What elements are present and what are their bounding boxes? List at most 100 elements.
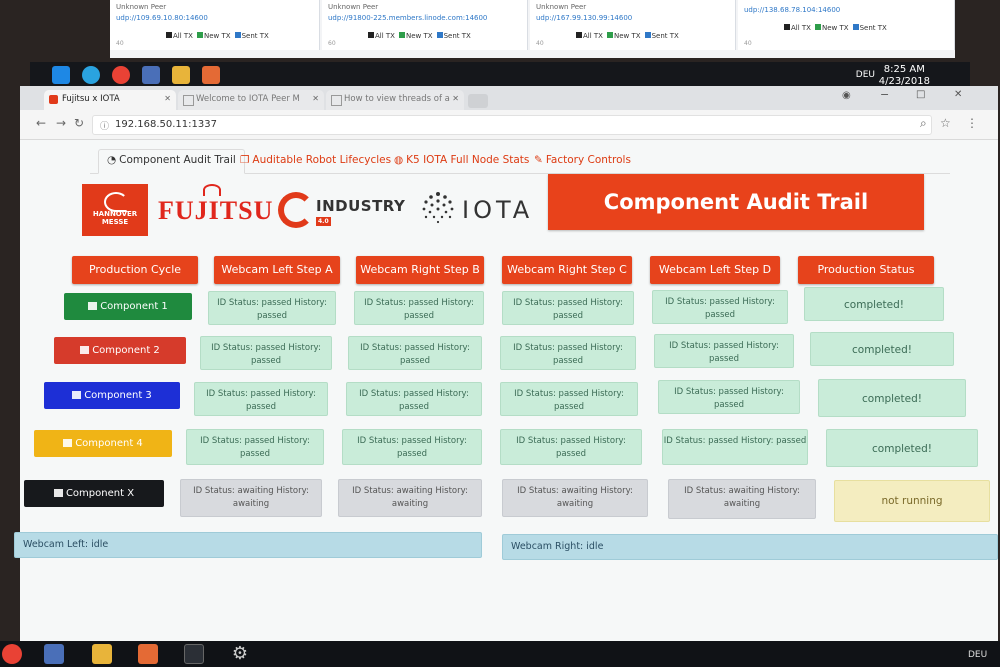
network-app-icon[interactable] bbox=[142, 66, 160, 84]
production-status-cell: completed! bbox=[818, 379, 966, 417]
language-indicator[interactable]: DEU bbox=[856, 70, 875, 80]
cube-icon bbox=[88, 302, 98, 310]
header-webcam-left-step-d: Webcam Left Step D bbox=[650, 256, 780, 284]
cube-icon bbox=[63, 439, 73, 447]
close-tab-icon[interactable]: ✕ bbox=[312, 94, 319, 103]
settings-gear-icon[interactable]: ⚙ bbox=[230, 644, 250, 664]
fujitsu-infinity-icon bbox=[203, 184, 221, 196]
component-2-button[interactable]: Component 2 bbox=[54, 337, 186, 364]
peer-address: udp://167.99.130.99:14600 bbox=[536, 14, 633, 22]
url-field[interactable]: ⓘ 192.168.50.11:1337 bbox=[92, 115, 932, 135]
cube-icon bbox=[72, 391, 82, 399]
webcam-right-status: Webcam Right: idle bbox=[502, 534, 998, 560]
windows-start-icon[interactable] bbox=[52, 66, 70, 84]
close-window-icon[interactable]: ✕ bbox=[954, 89, 962, 100]
browser-tab-fujitsu-iota[interactable]: Fujitsu x IOTA ✕ bbox=[44, 90, 176, 110]
step-cell: ID Status: passed History: passed bbox=[200, 336, 332, 370]
tab-k5-iota-full-node-stats[interactable]: ◍ K5 IOTA Full Node Stats bbox=[386, 150, 537, 170]
ie-browser-icon[interactable] bbox=[82, 66, 100, 84]
component-3-button[interactable]: Component 3 bbox=[44, 382, 180, 409]
file-explorer-icon[interactable] bbox=[172, 66, 190, 84]
component-x-button[interactable]: Component X bbox=[24, 480, 164, 507]
step-cell: ID Status: passed History: passed bbox=[500, 336, 636, 370]
angular-icon bbox=[49, 95, 58, 104]
tab-strip: Fujitsu x IOTA ✕ Welcome to IOTA Peer M … bbox=[20, 86, 998, 110]
peer-label: Unknown Peer bbox=[536, 3, 587, 11]
industry-logo: INDUSTRY bbox=[316, 197, 406, 215]
peer-label: Unknown Peer bbox=[328, 3, 379, 11]
step-cell: ID Status: passed History: passed bbox=[500, 429, 642, 465]
chart-axis-label: 40 bbox=[744, 40, 752, 47]
browser-tab-threads[interactable]: How to view threads of a ✕ bbox=[326, 90, 464, 110]
reload-icon[interactable]: ↻ bbox=[74, 116, 84, 130]
header-webcam-right-step-b: Webcam Right Step B bbox=[356, 256, 484, 284]
component-4-button[interactable]: Component 4 bbox=[34, 430, 172, 457]
new-tx-legend: New TX bbox=[398, 32, 433, 40]
terminal-icon[interactable] bbox=[184, 644, 204, 664]
cube-icon bbox=[53, 489, 63, 497]
iota-logo: IOTA bbox=[462, 196, 534, 224]
peer-address: udp://91800-225.members.linode.com:14600 bbox=[328, 14, 488, 22]
production-status-cell: completed! bbox=[810, 332, 954, 366]
step-cell: ID Status: awaiting History: awaiting bbox=[502, 479, 648, 517]
page-icon bbox=[331, 95, 342, 106]
new-tab-button[interactable] bbox=[468, 94, 488, 108]
component-1-button[interactable]: Component 1 bbox=[64, 293, 192, 320]
forward-arrow-icon[interactable]: → bbox=[56, 116, 66, 130]
fujitsu-logo: FUJITSU bbox=[158, 196, 274, 225]
page-title-banner: Component Audit Trail bbox=[548, 174, 924, 230]
github-icon: ◍ bbox=[394, 154, 404, 166]
step-cell: ID Status: passed History: passed bbox=[348, 336, 482, 370]
network-app-icon[interactable] bbox=[44, 644, 64, 664]
clock-time: 8:25 AM bbox=[883, 64, 925, 75]
bookmark-star-icon[interactable]: ☆ bbox=[940, 116, 951, 130]
close-tab-icon[interactable]: ✕ bbox=[164, 94, 171, 103]
language-indicator[interactable]: DEU bbox=[968, 650, 987, 660]
new-tx-legend: New TX bbox=[814, 24, 849, 32]
info-icon[interactable]: ⓘ bbox=[100, 119, 109, 132]
peer-card: Unknown Peer udp://167.99.130.99:14600 A… bbox=[530, 0, 736, 50]
chrome-icon[interactable] bbox=[2, 644, 22, 664]
chart-axis-label: 60 bbox=[328, 40, 336, 47]
browser-tab-peer-manager[interactable]: Welcome to IOTA Peer M ✕ bbox=[178, 90, 324, 110]
header-webcam-right-step-c: Webcam Right Step C bbox=[502, 256, 632, 284]
maximize-icon[interactable]: □ bbox=[916, 89, 925, 100]
peer-card: Unknown Peer udp://109.69.10.80:14600 Al… bbox=[110, 0, 320, 50]
production-status-cell: completed! bbox=[804, 287, 944, 321]
header-production-cycle: Production Cycle bbox=[72, 256, 198, 284]
chart-axis-label: 40 bbox=[536, 40, 544, 47]
tab-factory-controls[interactable]: ✎ Factory Controls bbox=[526, 150, 639, 170]
peer-address: udp://138.68.78.104:14600 bbox=[744, 6, 841, 14]
cube-icon bbox=[80, 346, 90, 354]
production-status-cell: not running bbox=[834, 480, 990, 522]
tab-auditable-robot-lifecycles[interactable]: ❐ Auditable Robot Lifecycles bbox=[232, 150, 399, 170]
peer-card: Unknown Peer udp://91800-225.members.lin… bbox=[322, 0, 528, 50]
profile-icon[interactable]: ◉ bbox=[842, 90, 851, 101]
step-cell: ID Status: passed History: passed bbox=[654, 334, 794, 368]
tab-title: Welcome to IOTA Peer M bbox=[196, 94, 300, 104]
all-tx-legend: All TX bbox=[166, 32, 193, 40]
app-icon[interactable] bbox=[202, 66, 220, 84]
minimize-icon[interactable]: − bbox=[880, 88, 889, 101]
step-cell: ID Status: passed History: passed bbox=[500, 382, 638, 416]
main-nav-tabs: ◔ Component Audit Trail ❐ Auditable Robot … bbox=[90, 146, 950, 174]
peer-address: udp://109.69.10.80:14600 bbox=[116, 14, 208, 22]
address-bar: ← → ↻ ⓘ 192.168.50.11:1337 ⌕ ☆ ⋮ bbox=[20, 110, 998, 140]
chrome-icon[interactable] bbox=[112, 66, 130, 84]
file-explorer-icon[interactable] bbox=[92, 644, 112, 664]
page-icon bbox=[183, 95, 194, 106]
tab-component-audit-trail[interactable]: ◔ Component Audit Trail bbox=[98, 149, 245, 174]
menu-icon[interactable]: ⋮ bbox=[966, 116, 978, 130]
sent-tx-legend: Sent TX bbox=[852, 24, 887, 32]
back-arrow-icon[interactable]: ← bbox=[36, 116, 46, 130]
app-icon[interactable] bbox=[138, 644, 158, 664]
system-clock[interactable]: 8:25 AM 4/23/2018 bbox=[879, 64, 930, 88]
step-cell: ID Status: passed History: passed bbox=[194, 382, 328, 416]
close-tab-icon[interactable]: ✕ bbox=[452, 94, 459, 103]
step-cell: ID Status: awaiting History: awaiting bbox=[180, 479, 322, 517]
sent-tx-legend: Sent TX bbox=[436, 32, 471, 40]
step-cell: ID Status: awaiting History: awaiting bbox=[668, 479, 816, 519]
zoom-icon[interactable]: ⌕ bbox=[920, 116, 927, 131]
app-page: ◔ Component Audit Trail ❐ Auditable Robot … bbox=[14, 140, 998, 641]
step-cell: ID Status: passed History: passed bbox=[662, 429, 808, 465]
